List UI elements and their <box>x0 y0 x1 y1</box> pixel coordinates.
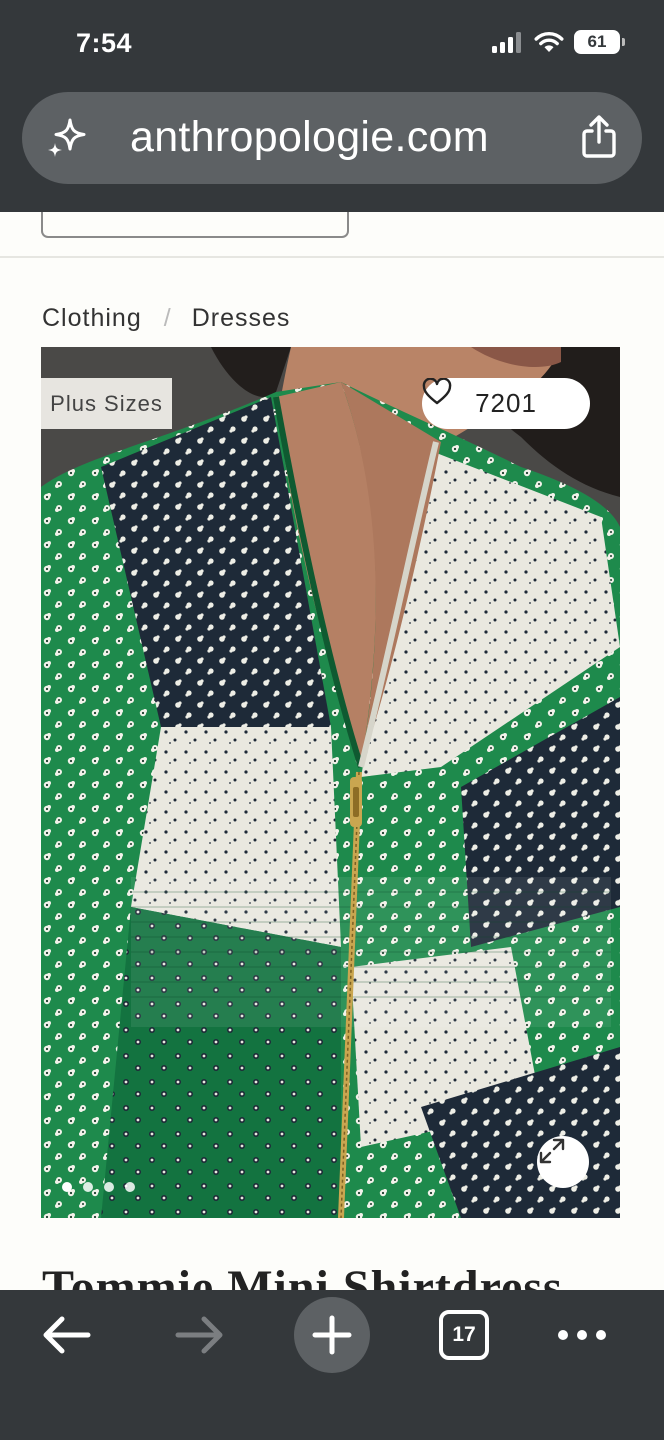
address-bar[interactable]: anthropologie.com <box>22 92 642 184</box>
wishlist-button[interactable]: 7201 <box>422 378 590 429</box>
tab-count: 17 <box>439 1310 489 1360</box>
tabs-button[interactable]: 17 <box>437 1300 491 1370</box>
back-arrow-icon <box>43 1316 91 1354</box>
plus-icon <box>312 1315 352 1355</box>
product-image[interactable]: Plus Sizes 7201 <box>41 347 620 1218</box>
forward-button[interactable] <box>170 1300 230 1370</box>
size-select-remnant[interactable] <box>41 212 349 238</box>
product-title: Tommie Mini Shirtdress <box>42 1261 563 1290</box>
breadcrumb: Clothing / Dresses <box>42 304 290 333</box>
forward-arrow-icon <box>175 1316 223 1354</box>
more-dots-icon <box>558 1330 606 1340</box>
breadcrumb-dresses[interactable]: Dresses <box>192 304 291 333</box>
status-time: 7:54 <box>76 28 133 58</box>
expand-icon <box>539 1138 565 1164</box>
plus-sizes-badge: Plus Sizes <box>41 378 172 429</box>
divider <box>0 256 664 258</box>
breadcrumb-clothing[interactable]: Clothing <box>42 304 142 333</box>
wifi-icon <box>534 32 564 52</box>
status-bar: 7:54 61 <box>0 0 664 88</box>
carousel-dot-3[interactable] <box>104 1182 114 1192</box>
cellular-signal-icon <box>492 32 521 53</box>
carousel-dot-1[interactable] <box>62 1182 72 1192</box>
battery-icon: 61 <box>574 30 625 54</box>
url-text[interactable]: anthropologie.com <box>130 112 489 162</box>
more-button[interactable] <box>552 1300 612 1370</box>
heart-icon <box>422 378 452 405</box>
image-carousel-dots <box>62 1182 135 1192</box>
browser-toolbar: 17 <box>0 1290 664 1440</box>
new-tab-button[interactable] <box>294 1297 370 1373</box>
web-page: Clothing / Dresses Plus Sizes 7201 Tommi… <box>0 212 664 1290</box>
expand-image-button[interactable] <box>537 1136 589 1188</box>
back-button[interactable] <box>36 1300 96 1370</box>
status-icons: 61 <box>492 30 625 54</box>
wishlist-count: 7201 <box>475 388 537 418</box>
share-icon[interactable] <box>578 114 620 160</box>
sparkle-icon[interactable] <box>44 116 90 162</box>
carousel-dot-4[interactable] <box>125 1182 135 1192</box>
breadcrumb-separator: / <box>163 304 172 332</box>
product-photo <box>41 347 620 1218</box>
carousel-dot-2[interactable] <box>83 1182 93 1192</box>
